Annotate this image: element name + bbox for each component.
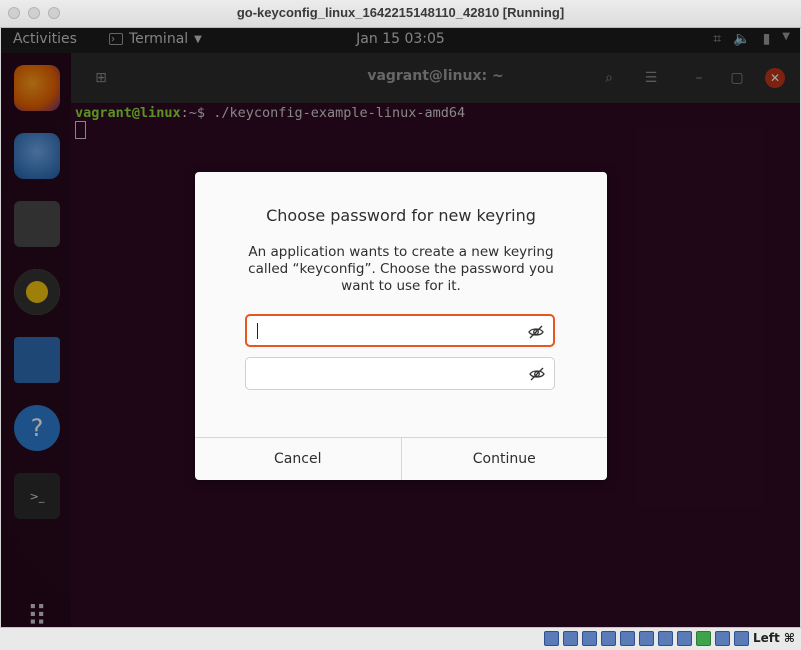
display-icon[interactable] [658, 631, 673, 646]
optical-drive-icon[interactable] [563, 631, 578, 646]
audio-icon[interactable] [582, 631, 597, 646]
network-adapter-icon[interactable] [601, 631, 616, 646]
text-caret [257, 323, 258, 339]
host-key-label: Left ⌘ [752, 631, 795, 645]
usb-icon[interactable] [620, 631, 635, 646]
continue-button[interactable]: Continue [402, 438, 608, 480]
host-window-title: go-keyconfig_linux_1642215148110_42810 [… [236, 5, 565, 20]
cpu-icon[interactable] [696, 631, 711, 646]
host-statusbar: Left ⌘ [0, 627, 801, 650]
password-input[interactable] [255, 320, 519, 344]
confirm-password-input[interactable] [254, 362, 518, 386]
show-password-icon[interactable] [528, 365, 546, 383]
host-titlebar: go-keyconfig_linux_1642215148110_42810 [… [0, 0, 801, 28]
download-icon[interactable] [734, 631, 749, 646]
hdd-icon[interactable] [544, 631, 559, 646]
recording-icon[interactable] [677, 631, 692, 646]
confirm-password-field[interactable] [245, 357, 555, 390]
keyring-dialog: Choose password for new keyring An appli… [195, 172, 607, 480]
cancel-button[interactable]: Cancel [195, 438, 401, 480]
mouse-integration-icon[interactable] [715, 631, 730, 646]
dialog-buttons: Cancel Continue [195, 437, 607, 480]
guest-screen: Activities Terminal ▼ Jan 15 03:05 ⌗ 🔈 ▮… [1, 28, 800, 627]
password-field[interactable] [245, 314, 555, 347]
status-icons [544, 631, 749, 646]
shared-folders-icon[interactable] [639, 631, 654, 646]
dialog-message: An application wants to create a new key… [248, 244, 554, 294]
dialog-title: Choose password for new keyring [266, 206, 536, 225]
show-password-icon[interactable] [527, 323, 545, 341]
